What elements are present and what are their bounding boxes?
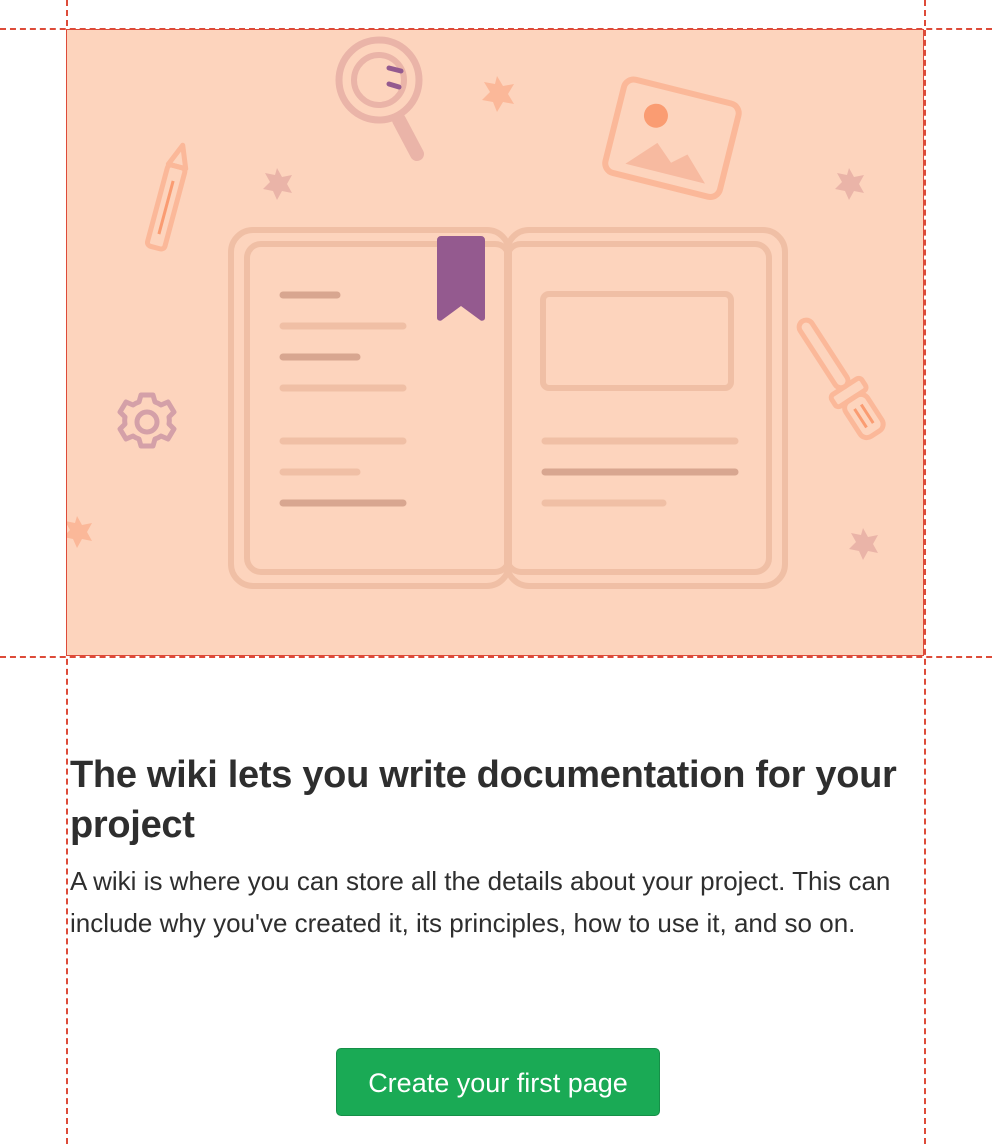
sparkle-icon — [849, 528, 878, 560]
sparkle-icon — [67, 516, 92, 548]
wiki-illustration-graphic — [67, 36, 886, 589]
pencil-icon — [144, 142, 189, 252]
empty-state-description: A wiki is where you can store all the de… — [70, 866, 891, 938]
open-book-icon — [228, 227, 788, 589]
wiki-illustration — [66, 29, 924, 656]
sparkle-icon — [835, 168, 864, 200]
image-icon — [602, 76, 742, 200]
wiki-empty-state-page: The wiki lets you write documentation fo… — [0, 0, 992, 1144]
guide-line-bottom — [0, 656, 992, 658]
sparkle-icon — [263, 168, 292, 200]
empty-state-title: The wiki lets you write documentation fo… — [70, 754, 897, 846]
bookmark-icon — [437, 236, 485, 321]
create-first-page-button[interactable]: Create your first page — [336, 1048, 660, 1116]
gear-icon — [117, 392, 177, 449]
guide-line-right — [924, 0, 926, 1144]
screwdriver-icon — [796, 317, 886, 441]
empty-state-text: The wiki lets you write documentation fo… — [70, 750, 920, 944]
magnifier-icon — [335, 36, 424, 161]
sparkle-icon — [482, 76, 514, 112]
